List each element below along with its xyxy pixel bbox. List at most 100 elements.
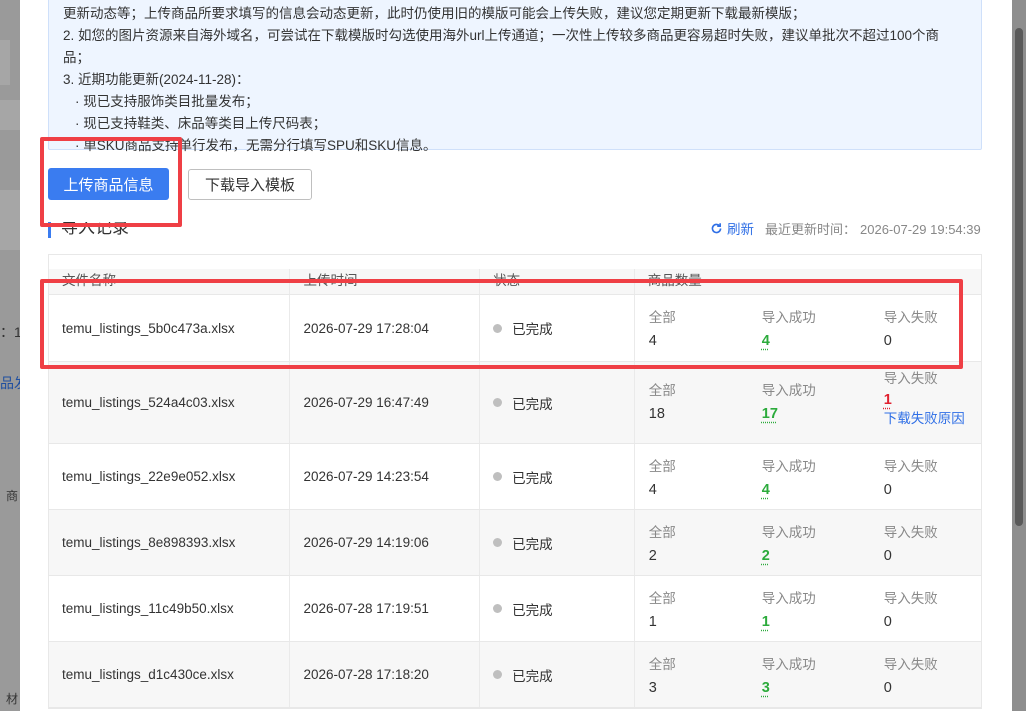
header-file-name: 文件名称	[49, 269, 291, 294]
status-cell: 已完成	[480, 295, 635, 361]
status-cell: 已完成	[480, 362, 635, 443]
status-cell: 已完成	[480, 576, 635, 641]
upload-time: 2026-07-29 17:28:04	[290, 295, 481, 361]
refresh-icon	[711, 222, 722, 233]
file-name: temu_listings_d1c430ce.xlsx	[49, 642, 291, 707]
header-item-count: 商品数量	[647, 273, 702, 288]
download-template-button[interactable]: 下载导入模板	[188, 169, 312, 200]
count-all-value: 3	[648, 680, 657, 696]
count-all-value: 4	[648, 333, 657, 349]
count-fail-value: 0	[883, 548, 892, 564]
counts-cell: 全部 2 导入成功 2 导入失败 0	[635, 510, 981, 575]
count-success-label: 导入成功	[761, 525, 816, 540]
count-success-value[interactable]: 1	[762, 610, 816, 634]
status-cell: 已完成	[480, 444, 635, 509]
import-modal: 更新动态等；上传商品所要求填写的信息会动态更新，此时仍使用旧的模版可能会上传失败…	[20, 0, 1012, 711]
notice-line: · 单SKU商品支持单行发布，无需分行填写SPU和SKU信息。	[75, 138, 437, 153]
file-name: temu_listings_8e898393.xlsx	[49, 510, 291, 575]
count-all-value: 4	[648, 482, 657, 498]
table-row: temu_listings_524a4c03.xlsx 2026-07-29 1…	[49, 362, 981, 444]
status-text: 已完成	[512, 668, 553, 684]
count-success: 导入成功 1	[762, 588, 816, 634]
upload-time: 2026-07-28 17:18:20	[290, 642, 481, 707]
backdrop-text: ：1	[0, 324, 22, 340]
status-dot-icon	[493, 538, 503, 547]
count-success: 导入成功 4	[762, 307, 816, 353]
upload-products-button[interactable]: 上传商品信息	[48, 168, 169, 200]
count-fail-value[interactable]: 1	[884, 390, 965, 410]
count-all-value: 2	[648, 548, 657, 564]
section-title: 导入记录	[48, 222, 129, 238]
table-row: temu_listings_d1c430ce.xlsx 2026-07-28 1…	[49, 642, 981, 708]
last-updated-label: 最近更新时间：	[765, 222, 857, 237]
table-row: temu_listings_8e898393.xlsx 2026-07-29 1…	[49, 510, 981, 576]
table-row: temu_listings_22e9e052.xlsx 2026-07-29 1…	[49, 444, 981, 510]
count-success-value[interactable]: 2	[762, 544, 816, 568]
notice-line: · 现已支持鞋类、床品等类目上传尺码表；	[75, 116, 327, 131]
scrollbar-thumb[interactable]	[1015, 28, 1023, 526]
count-fail: 导入失败 0	[884, 522, 938, 568]
count-fail: 导入失败 0	[884, 654, 938, 700]
count-all: 全部 1	[649, 588, 676, 634]
header-status: 状态	[480, 269, 635, 294]
backdrop-panel	[0, 190, 20, 250]
count-success-value[interactable]: 4	[762, 329, 816, 353]
status-dot-icon	[493, 323, 503, 333]
notice-line: 2. 如您的图片资源来自海外域名，可尝试在下载模版时勾选使用海外url上传通道；…	[63, 28, 940, 43]
notice-box: 更新动态等；上传商品所要求填写的信息会动态更新，此时仍使用旧的模版可能会上传失败…	[48, 0, 982, 153]
counts-cell: 全部 3 导入成功 3 导入失败 0	[635, 642, 981, 707]
count-success-value[interactable]: 4	[762, 478, 816, 502]
file-name: temu_listings_524a4c03.xlsx	[49, 362, 291, 443]
header-upload-time: 上传时间	[290, 269, 481, 294]
count-all-label: 全部	[648, 459, 676, 474]
count-success: 导入成功 17	[762, 380, 816, 426]
status-dot-icon	[493, 670, 503, 679]
table-row: temu_listings_5b0c473a.xlsx 2026-07-29 1…	[49, 295, 981, 362]
count-fail: 导入失败 0	[884, 456, 938, 502]
count-all-label: 全部	[648, 383, 676, 398]
page-scrollbar[interactable]	[1012, 0, 1026, 711]
count-all-label: 全部	[648, 657, 676, 672]
backdrop-panel	[0, 100, 20, 130]
upload-time: 2026-07-29 14:19:06	[290, 510, 481, 575]
last-updated: 最近更新时间： 2026-07-29 19:54:39	[765, 219, 981, 238]
count-all: 全部 2	[649, 522, 676, 568]
download-fail-reason-link[interactable]: 下载失败原因	[884, 410, 965, 428]
notice-line: 更新动态等；上传商品所要求填写的信息会动态更新，此时仍使用旧的模版可能会上传失败…	[63, 6, 806, 21]
count-all-label: 全部	[648, 525, 676, 540]
status-text: 已完成	[512, 396, 553, 412]
upload-time: 2026-07-29 16:47:49	[290, 362, 481, 443]
count-all: 全部 3	[649, 654, 676, 700]
count-fail-value: 0	[883, 333, 892, 349]
count-fail: 导入失败 0	[884, 307, 938, 353]
counts-cell: 全部 1 导入成功 1 导入失败 0	[635, 576, 981, 641]
refresh-label: 刷新	[727, 222, 754, 237]
count-fail: 导入失败 1 下载失败原因	[884, 368, 965, 428]
count-fail-label: 导入失败	[883, 657, 938, 672]
status-cell: 已完成	[480, 642, 635, 707]
backdrop-text: 商	[6, 489, 19, 503]
upload-time: 2026-07-29 14:23:54	[290, 444, 481, 509]
count-fail-value: 0	[883, 482, 892, 498]
table-row: temu_listings_11c49b50.xlsx 2026-07-28 1…	[49, 576, 981, 642]
count-all: 全部 4	[649, 307, 676, 353]
count-all: 全部 4	[649, 456, 676, 502]
status-cell: 已完成	[480, 510, 635, 575]
count-fail-label: 导入失败	[883, 525, 938, 540]
count-success-value[interactable]: 17	[762, 402, 816, 426]
status-dot-icon	[493, 472, 503, 481]
count-success-label: 导入成功	[761, 459, 816, 474]
count-success-value[interactable]: 3	[762, 676, 816, 700]
status-dot-icon	[493, 398, 503, 407]
status-text: 已完成	[512, 536, 553, 552]
file-name: temu_listings_22e9e052.xlsx	[49, 444, 291, 509]
count-all-value: 18	[648, 406, 665, 422]
upload-time: 2026-07-28 17:19:51	[290, 576, 481, 641]
count-all-value: 1	[648, 614, 657, 630]
count-fail-label: 导入失败	[883, 371, 938, 386]
refresh-button[interactable]: 刷新	[710, 218, 754, 238]
count-fail-label: 导入失败	[883, 459, 938, 474]
count-all: 全部 18	[649, 380, 676, 426]
notice-line: 品；	[63, 50, 90, 65]
file-name: temu_listings_11c49b50.xlsx	[49, 576, 291, 641]
